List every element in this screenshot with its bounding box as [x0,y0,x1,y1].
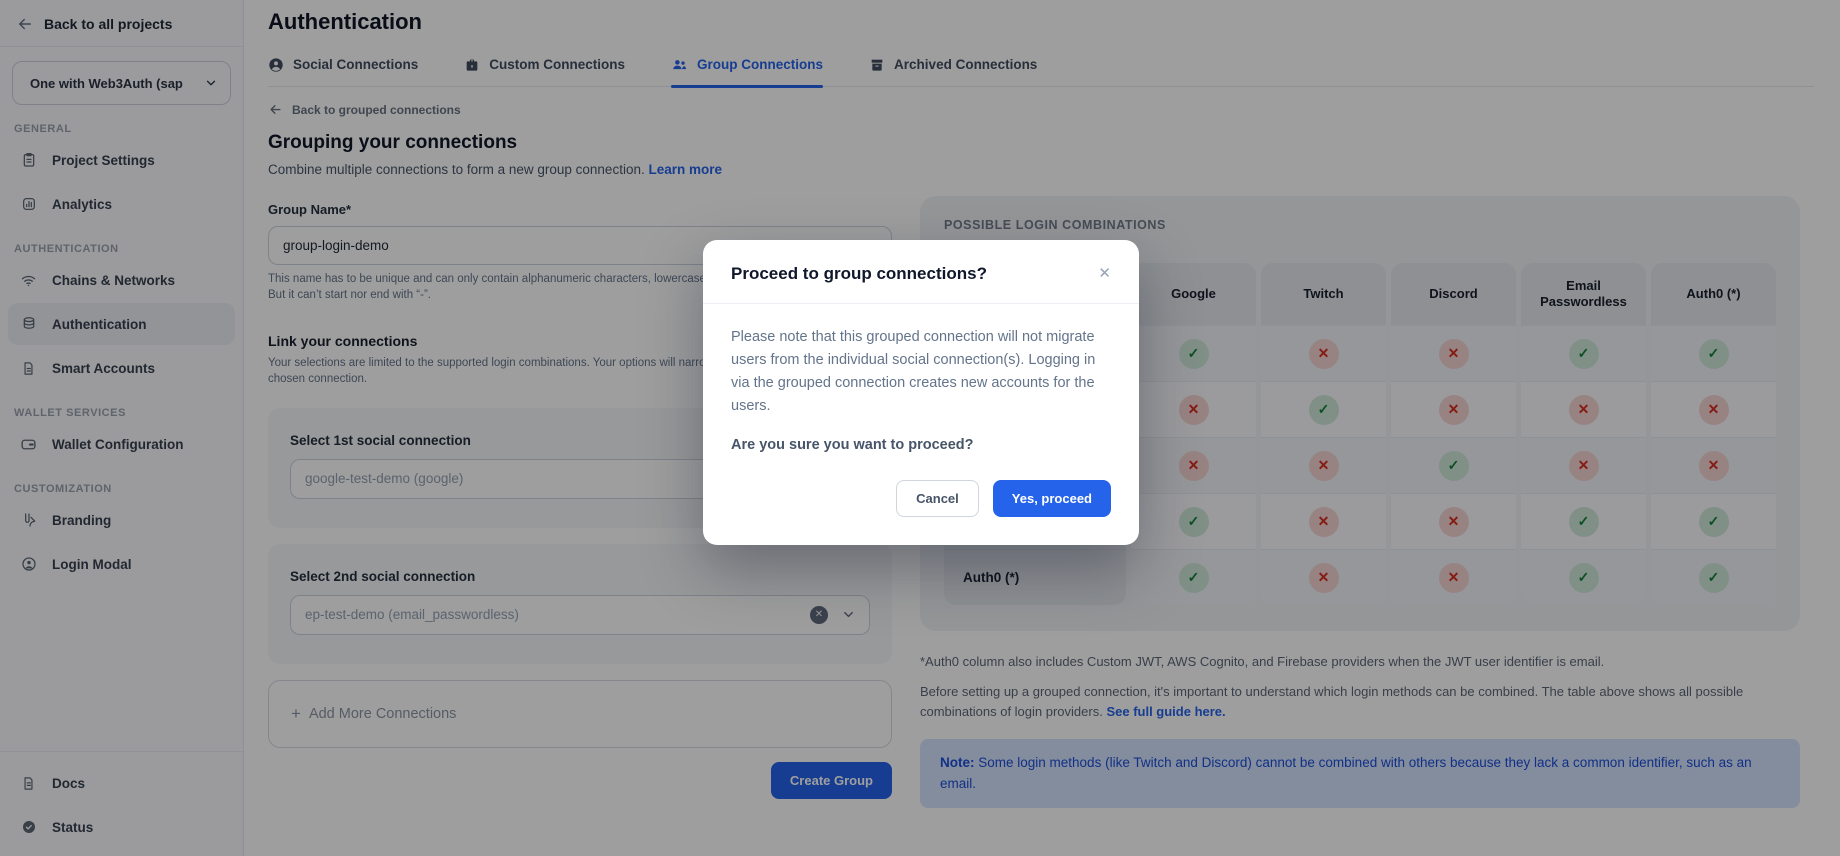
modal-divider [703,303,1139,304]
web3auth-dashboard: Back to all projects One with Web3Auth (… [0,0,1840,856]
modal-header: Proceed to group connections? [731,264,1111,284]
modal-question: Are you sure you want to proceed? [731,437,1111,453]
close-icon[interactable] [1098,266,1111,281]
modal-body-text: Please note that this grouped connection… [731,326,1111,418]
proceed-confirmation-dialog: Proceed to group connections? Please not… [703,240,1139,545]
yes-proceed-button[interactable]: Yes, proceed [993,480,1111,517]
cancel-button[interactable]: Cancel [896,480,979,517]
modal-title: Proceed to group connections? [731,264,987,284]
modal-actions: Cancel Yes, proceed [731,480,1111,517]
